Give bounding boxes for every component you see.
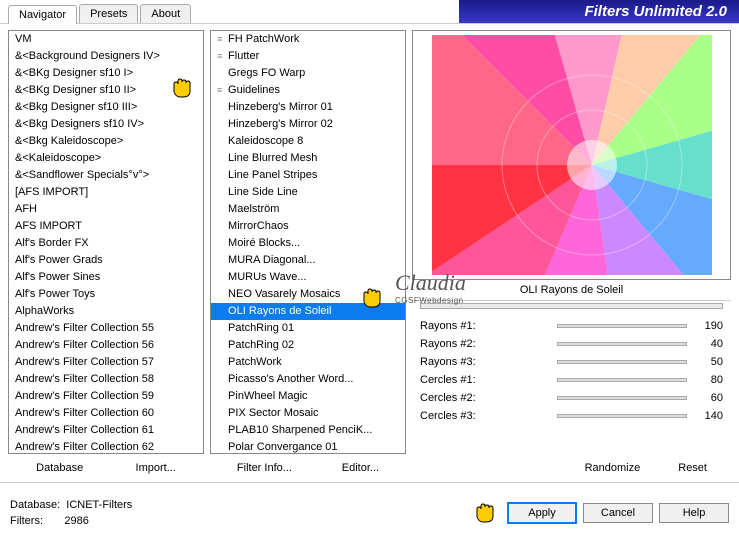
category-item[interactable]: AFS IMPORT [9,218,203,235]
param-row: Rayons #3: 50 [420,353,723,371]
filter-item[interactable]: Hinzeberg's Mirror 02 [211,116,405,133]
param-value: 190 [693,320,723,332]
filter-list[interactable]: ≡ FH PatchWork≡ Flutter Gregs FO Warp≡ G… [210,30,406,454]
filter-item[interactable]: PIX Sector Mosaic [211,405,405,422]
filter-item[interactable]: ≡ Flutter [211,48,405,65]
param-row: Cercles #2: 60 [420,389,723,407]
param-label: Rayons #2: [420,338,551,350]
category-item[interactable]: Andrew's Filter Collection 61 [9,422,203,439]
param-value: 80 [693,374,723,386]
tab-about[interactable]: About [140,4,191,23]
footer-info: Database: ICNET-Filters Filters: 2986 [10,497,132,529]
category-item[interactable]: &<Sandflower Specials°v°> [9,167,203,184]
param-slider[interactable] [557,324,687,328]
category-item[interactable]: Alf's Border FX [9,235,203,252]
pointer-icon [473,502,501,524]
param-label: Rayons #1: [420,320,551,332]
filter-item[interactable]: PatchRing 02 [211,337,405,354]
param-slider[interactable] [557,342,687,346]
category-item[interactable]: Andrew's Filter Collection 56 [9,337,203,354]
category-item[interactable]: Andrew's Filter Collection 58 [9,371,203,388]
param-row: Rayons #1: 190 [420,317,723,335]
category-item[interactable]: Andrew's Filter Collection 57 [9,354,203,371]
category-item[interactable]: Alf's Power Grads [9,252,203,269]
filter-item[interactable]: Kaleidoscope 8 [211,133,405,150]
help-button[interactable]: Help [659,503,729,523]
filter-info-button[interactable]: Filter Info... [233,460,296,476]
tab-bar: Navigator Presets About [0,0,459,23]
filter-item[interactable]: PatchWork [211,354,405,371]
param-slider[interactable] [557,360,687,364]
category-item[interactable]: Andrew's Filter Collection 55 [9,320,203,337]
filter-item[interactable]: Line Side Line [211,184,405,201]
param-value: 60 [693,392,723,404]
param-slider[interactable] [557,378,687,382]
category-item[interactable]: &<Bkg Designers sf10 IV> [9,116,203,133]
progress-bar [420,303,723,309]
category-item[interactable]: &<Bkg Kaleidoscope> [9,133,203,150]
filter-item[interactable]: Maelström [211,201,405,218]
filter-item[interactable]: Gregs FO Warp [211,65,405,82]
filter-item[interactable]: Moiré Blocks... [211,235,405,252]
app-title: Filters Unlimited 2.0 [459,0,739,23]
database-button[interactable]: Database [32,460,87,476]
filter-item[interactable]: MirrorChaos [211,218,405,235]
category-item[interactable]: &<Kaleidoscope> [9,150,203,167]
param-row: Cercles #3: 140 [420,407,723,425]
param-value: 50 [693,356,723,368]
filter-item[interactable]: MURUs Wave... [211,269,405,286]
param-label: Cercles #3: [420,410,551,422]
param-row: Cercles #1: 80 [420,371,723,389]
filter-item[interactable]: Line Blurred Mesh [211,150,405,167]
import-button[interactable]: Import... [132,460,180,476]
category-item[interactable]: [AFS IMPORT] [9,184,203,201]
param-slider[interactable] [557,414,687,418]
filter-item[interactable]: ≡ Guidelines [211,82,405,99]
param-label: Cercles #1: [420,374,551,386]
category-item[interactable]: AlphaWorks [9,303,203,320]
param-row: Rayons #2: 40 [420,335,723,353]
category-item[interactable]: Andrew's Filter Collection 60 [9,405,203,422]
param-label: Cercles #2: [420,392,551,404]
filter-item[interactable]: Picasso's Another Word... [211,371,405,388]
apply-button[interactable]: Apply [507,502,577,524]
tab-navigator[interactable]: Navigator [8,5,77,24]
param-slider[interactable] [557,396,687,400]
filter-item[interactable]: ≡ FH PatchWork [211,31,405,48]
category-item[interactable]: VM [9,31,203,48]
filter-item[interactable]: Polar Convergance 01 [211,439,405,454]
category-item[interactable]: Alf's Power Toys [9,286,203,303]
editor-button[interactable]: Editor... [338,460,383,476]
cancel-button[interactable]: Cancel [583,503,653,523]
reset-button[interactable]: Reset [674,460,711,476]
category-item[interactable]: Alf's Power Sines [9,269,203,286]
param-value: 140 [693,410,723,422]
filter-item[interactable]: PatchRing 01 [211,320,405,337]
category-item[interactable]: AFH [9,201,203,218]
category-item[interactable]: Andrew's Filter Collection 62 [9,439,203,454]
filter-item[interactable]: PinWheel Magic [211,388,405,405]
parameter-panel: Rayons #1: 190 Rayons #2: 40 Rayons #3: 50 Cer… [412,315,731,454]
category-item[interactable]: &<Background Designers IV> [9,48,203,65]
filter-name-label: OLI Rayons de Soleil [412,280,731,301]
category-item[interactable]: Andrew's Filter Collection 59 [9,388,203,405]
filter-item[interactable]: Hinzeberg's Mirror 01 [211,99,405,116]
tab-presets[interactable]: Presets [79,4,138,23]
preview-image [412,30,731,280]
param-value: 40 [693,338,723,350]
filter-item[interactable]: PLAB10 Sharpened PenciK... [211,422,405,439]
category-item[interactable]: &<Bkg Designer sf10 III> [9,99,203,116]
param-label: Rayons #3: [420,356,551,368]
filter-item[interactable]: MURA Diagonal... [211,252,405,269]
filter-item[interactable]: Line Panel Stripes [211,167,405,184]
randomize-button[interactable]: Randomize [581,460,645,476]
